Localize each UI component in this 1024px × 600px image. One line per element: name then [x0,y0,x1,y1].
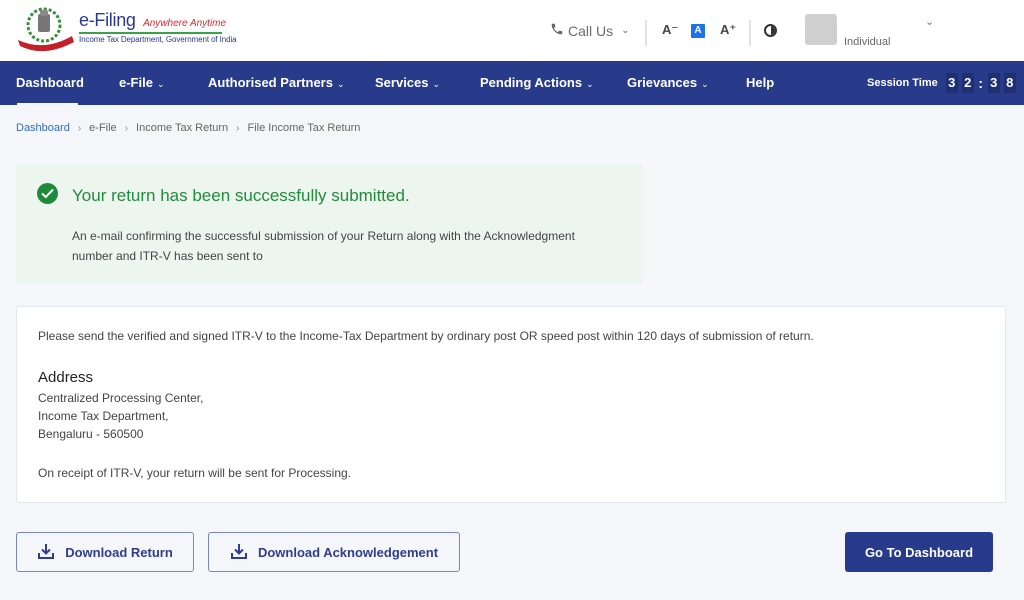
nav-e-file[interactable]: e-File ⌄ [119,61,165,105]
chevron-down-icon: ⌄ [621,25,630,36]
download-acknowledgement-button[interactable]: Download Acknowledgement [208,532,460,572]
nav-label: e-File [119,75,153,90]
font-decrease-button[interactable]: A⁻ [662,22,678,38]
chevron-down-icon: ⌄ [586,79,594,89]
breadcrumb: Dashboard › e-File › Income Tax Return ›… [16,122,360,134]
brand-rule [79,32,222,34]
nav-label: Grievances [627,75,698,90]
check-circle-icon [37,183,58,204]
session-digit: 8 [1003,73,1016,93]
nav-authorised-partners[interactable]: Authorised Partners ⌄ [208,61,345,105]
nav-grievances[interactable]: Grievances ⌄ [627,61,709,105]
go-to-dashboard-button[interactable]: Go To Dashboard [845,532,993,572]
main-nav: Dashboard e-File ⌄ Authorised Partners ⌄ S… [0,61,1024,106]
success-title: Your return has been successfully submit… [72,186,410,205]
brand-block: e-Filing Anywhere Anytime Income Tax Dep… [79,10,237,44]
download-icon [230,542,248,563]
breadcrumb-current: File Income Tax Return [247,122,361,134]
download-acknowledgement-label: Download Acknowledgement [257,544,439,560]
user-menu-chevron-icon[interactable]: ⌄ [925,15,934,28]
contrast-toggle-icon[interactable] [764,24,777,37]
session-time-label: Session Time [867,77,938,89]
chevron-down-icon: ⌄ [432,79,441,89]
itrv-instructions-card: Please send the verified and signed ITR-… [16,306,1006,503]
address-line: Bengaluru - 560500 [38,427,144,441]
download-return-label: Download Return [65,544,173,560]
session-digit: 3 [987,73,1000,93]
breadcrumb-dashboard[interactable]: Dashboard [16,122,70,134]
breadcrumb-separator: › [236,122,240,134]
chevron-down-icon: ⌄ [701,79,709,89]
session-digit: 3 [945,73,958,93]
address-line: Centralized Processing Center, [38,391,204,405]
breadcrumb-separator: › [77,122,82,134]
phone-icon [550,22,564,39]
address-line: Income Tax Department, [38,409,169,423]
nav-label: Dashboard [16,75,84,90]
call-us-label: Call Us [568,22,614,39]
breadcrumb-income-tax-return[interactable]: Income Tax Return [136,122,228,134]
breadcrumb-e-file[interactable]: e-File [89,122,117,134]
call-us-dropdown[interactable]: Call Us ⌄ [550,22,630,39]
session-separator: : [978,75,984,91]
brand-tagline: Anywhere Anytime [143,18,227,29]
download-return-button[interactable]: Download Return [16,532,194,572]
nav-label: Services [375,75,429,90]
download-icon [37,542,55,563]
session-timer: Session Time 3 2 : 3 8 [867,61,1016,105]
success-banner: Your return has been successfully submit… [16,164,643,284]
nav-label: Pending Actions [480,75,583,90]
nav-help[interactable]: Help [746,61,774,105]
success-message: An e-mail confirming the successful subm… [72,229,575,263]
income-tax-emblem-logo[interactable] [16,6,76,52]
nav-services[interactable]: Services ⌄ [375,61,440,105]
top-header: e-Filing Anywhere Anytime Income Tax Dep… [0,0,1024,61]
itrv-instruction-text: Please send the verified and signed ITR-… [38,329,814,343]
brand-subtitle: Income Tax Department, Government of Ind… [79,35,237,44]
user-type-label: Individual [844,36,891,48]
avatar[interactable] [805,14,837,45]
divider [645,20,647,46]
processing-note: On receipt of ITR-V, your return will be… [38,466,352,480]
session-digit: 2 [961,73,974,93]
nav-label: Authorised Partners [208,75,333,90]
nav-pending-actions[interactable]: Pending Actions ⌄ [480,61,594,105]
divider [749,20,751,46]
nav-label: Help [746,75,775,90]
chevron-down-icon: ⌄ [336,79,345,89]
nav-active-indicator [17,103,78,106]
nav-dashboard[interactable]: Dashboard [16,61,84,105]
brand-title: e-Filing [79,10,136,30]
breadcrumb-separator: › [124,122,129,134]
font-increase-button[interactable]: A⁺ [720,22,736,38]
chevron-down-icon: ⌄ [156,79,165,89]
font-default-button[interactable]: A [691,24,705,38]
address-heading: Address [38,369,94,386]
